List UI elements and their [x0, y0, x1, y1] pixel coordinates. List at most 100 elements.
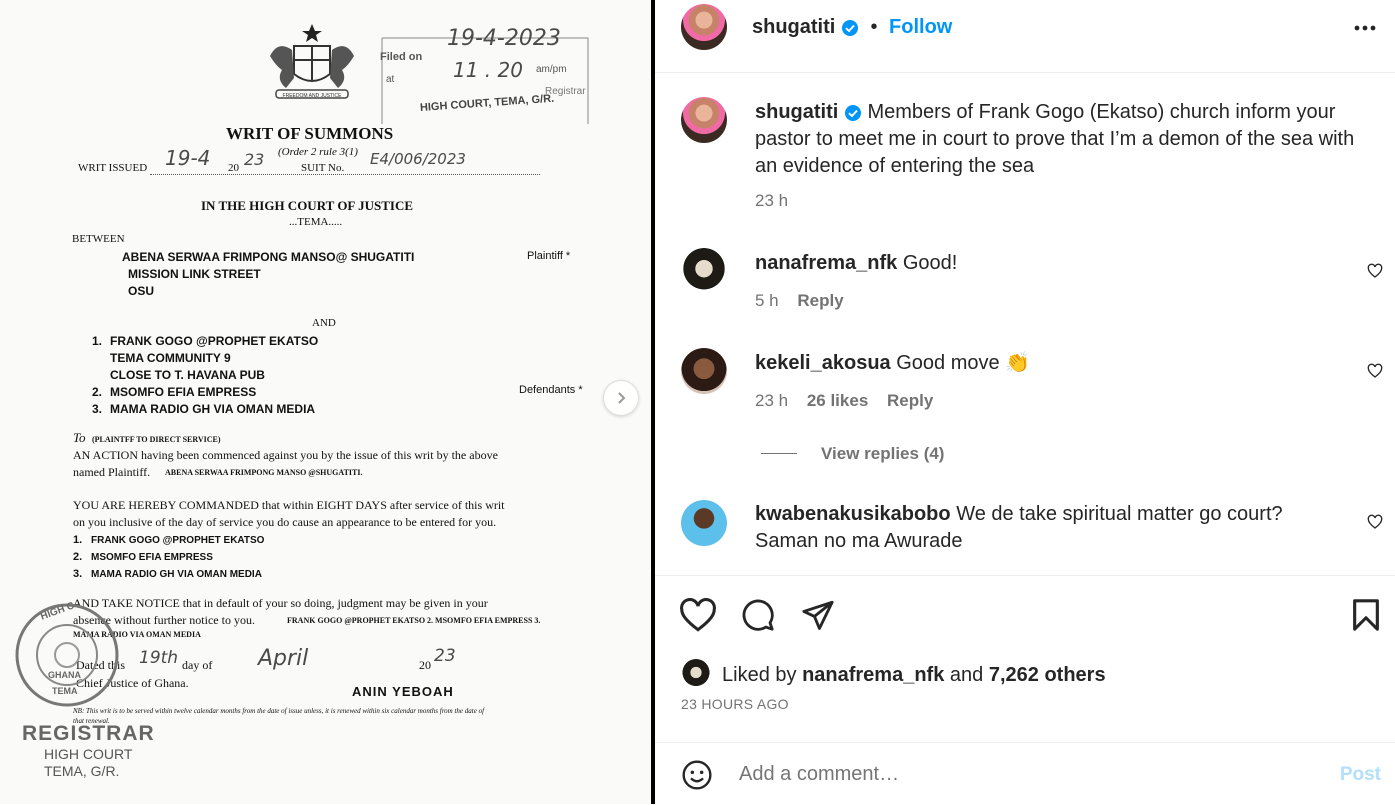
- writ-dotted-line: [150, 174, 540, 175]
- def1-addr2: CLOSE TO T. HAVANA PUB: [110, 368, 265, 382]
- def1-num: 1.: [92, 334, 103, 348]
- liker-username[interactable]: nanafrema_nfk: [802, 664, 944, 686]
- share-icon[interactable]: [800, 598, 836, 632]
- comment-avatar[interactable]: [681, 348, 727, 394]
- comment-like-icon[interactable]: [1367, 263, 1383, 279]
- comment-input[interactable]: [739, 759, 1299, 789]
- emoji-icon[interactable]: [681, 759, 713, 791]
- post-panel: shugatiti • Follow shugatiti Members of …: [655, 0, 1395, 804]
- reply-button[interactable]: Reply: [797, 291, 843, 310]
- likes-others[interactable]: 7,262 others: [989, 664, 1106, 686]
- more-options-icon[interactable]: [1353, 18, 1377, 38]
- comment-avatar[interactable]: [681, 248, 727, 294]
- coat-of-arms-logo: FREEDOM AND JUSTICE: [270, 24, 354, 99]
- comment-bar: Post: [655, 742, 1395, 805]
- seal-bottom: GHANA: [48, 670, 81, 680]
- comment-like-icon[interactable]: [1367, 514, 1383, 530]
- verified-icon: [844, 104, 861, 121]
- post-actions: [655, 575, 1395, 632]
- view-replies-button[interactable]: View replies (4): [821, 444, 944, 464]
- def2-num: 2.: [92, 385, 103, 399]
- writ-year-hand: 23: [244, 150, 265, 169]
- comment-body: kekeli_akosua Good move 👏: [755, 350, 1325, 377]
- next-media-button[interactable]: [603, 380, 639, 416]
- comment-body: nanafrema_nfk Good!: [755, 250, 1325, 277]
- verified-icon: [841, 19, 858, 36]
- dated-year-hand: 23: [434, 646, 456, 666]
- comment-like-icon[interactable]: [1367, 363, 1383, 379]
- filed-date-handwritten: 19-4-2023: [447, 26, 561, 51]
- nb-note: NB: This writ is to be served within twe…: [73, 707, 485, 715]
- header-dot: •: [870, 16, 878, 38]
- chevron-right-icon: [618, 392, 626, 404]
- para1-line2a: named Plaintiff.: [73, 465, 151, 479]
- likes-summary: Liked by nanafrema_nfk and 7,262 others: [722, 664, 1106, 687]
- follow-button[interactable]: Follow: [889, 16, 952, 38]
- plaintiff-name: ABENA SERWAA FRIMPONG MANSO@ SHUGATITI: [122, 250, 415, 264]
- list1-num: 1.: [73, 534, 83, 546]
- comment-icon[interactable]: [740, 598, 776, 632]
- defendants-label: Defendants *: [519, 384, 583, 396]
- author-username[interactable]: shugatiti: [752, 16, 835, 38]
- comment-meta: 5 h Reply: [755, 291, 844, 311]
- comment-body: kwabenakusikabobo We de take spiritual m…: [755, 501, 1325, 555]
- list3-num: 3.: [73, 568, 83, 580]
- post-timestamp: 23 HOURS AGO: [681, 696, 789, 712]
- registrar-stamp: REGISTRAR: [22, 722, 155, 745]
- comment-time: 5 h: [755, 291, 779, 310]
- caption-avatar[interactable]: [681, 97, 727, 143]
- def3-num: 3.: [92, 402, 103, 416]
- comment-text: Good move 👏: [896, 352, 1031, 374]
- comment-text: Good!: [902, 252, 958, 274]
- suit-label: SUIT No.: [301, 162, 345, 174]
- doc-title: WRIT OF SUMMONS: [226, 124, 394, 143]
- heart-icon[interactable]: [679, 598, 717, 632]
- liked-by-label: Liked by: [722, 664, 797, 686]
- dated-year-prefix: 20: [419, 658, 431, 672]
- comment-username[interactable]: kekeli_akosua: [755, 352, 891, 374]
- and-label: AND: [312, 317, 336, 329]
- plaintiff-addr2: OSU: [128, 284, 155, 298]
- reply-button[interactable]: Reply: [887, 391, 933, 410]
- writ-issued-date: 19-4: [165, 146, 211, 170]
- court-place: ...TEMA.....: [289, 216, 343, 228]
- dated-month: April: [258, 646, 309, 671]
- para1-line1: AN ACTION having been commenced against …: [73, 448, 498, 462]
- writ-issued-label: WRIT ISSUED: [78, 162, 148, 174]
- post-comment-button[interactable]: Post: [1340, 764, 1381, 786]
- ampm-label: am/pm: [536, 64, 567, 75]
- author-avatar[interactable]: [681, 4, 727, 50]
- para3-line1: AND TAKE NOTICE that in default of your …: [73, 596, 488, 610]
- def1-addr1: TEMA COMMUNITY 9: [110, 351, 231, 365]
- to-note: (PLAINTFF TO DIRECT SERVICE): [92, 435, 221, 444]
- dated-day: 19th: [139, 648, 179, 668]
- day-of-label: day of: [182, 658, 213, 672]
- plaintiff-addr1: MISSION LINK STREET: [128, 267, 261, 281]
- bookmark-icon[interactable]: [1350, 598, 1382, 632]
- between-label: BETWEEN: [72, 233, 125, 245]
- header-user-row: shugatiti • Follow: [752, 15, 952, 39]
- to-label: To: [73, 430, 86, 445]
- doc-order: (Order 2 rule 3(1): [278, 146, 358, 158]
- comment-likes[interactable]: 26 likes: [807, 391, 868, 410]
- filed-at-label: at: [386, 74, 395, 85]
- registrar-place: TEMA, G/R.: [44, 763, 120, 779]
- svg-text:FREEDOM AND JUSTICE: FREEDOM AND JUSTICE: [283, 93, 343, 99]
- comment-username[interactable]: nanafrema_nfk: [755, 252, 897, 274]
- court-name: IN THE HIGH COURT OF JUSTICE: [201, 198, 414, 213]
- comment-meta: 23 h 26 likes Reply: [755, 391, 933, 411]
- list2-num: 2.: [73, 551, 83, 563]
- liker-avatar[interactable]: [681, 659, 711, 689]
- def1: FRANK GOGO @PROPHET EKATSO: [110, 334, 319, 348]
- caption-username[interactable]: shugatiti: [755, 101, 838, 123]
- seal-center: TEMA: [52, 686, 78, 696]
- filed-label: Filed on: [380, 51, 423, 63]
- plaintiff-label: Plaintiff *: [527, 250, 571, 262]
- comment-avatar[interactable]: [681, 500, 727, 546]
- para1-line2b: ABENA SERWAA FRIMPONG MANSO @SHUGATITI.: [165, 468, 363, 477]
- view-replies-line: [761, 453, 797, 454]
- def2: MSOMFO EFIA EMPRESS: [110, 385, 257, 399]
- para2-line2: on you inclusive of the day of service y…: [73, 515, 497, 529]
- caption-time: 23 h: [755, 191, 789, 210]
- comment-username[interactable]: kwabenakusikabobo: [755, 503, 951, 525]
